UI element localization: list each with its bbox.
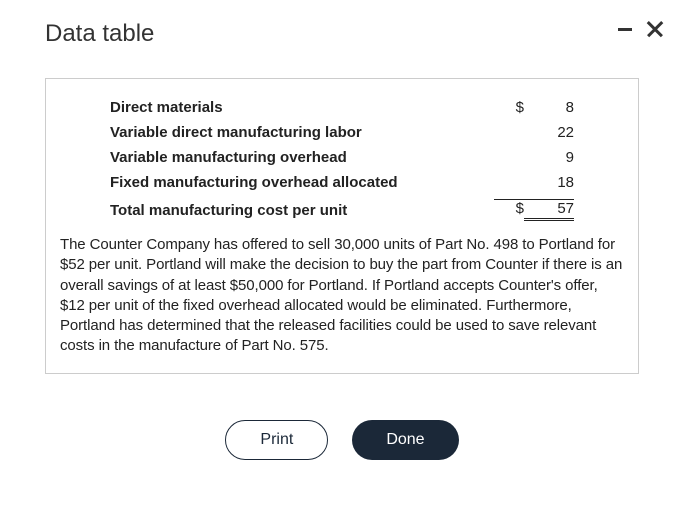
dialog-title: Data table	[45, 20, 154, 48]
table-row: Direct materials $ 8	[110, 95, 574, 120]
row-value: 18	[524, 174, 574, 191]
total-label: Total manufacturing cost per unit	[110, 202, 494, 219]
row-label: Fixed manufacturing overhead allocated	[110, 174, 494, 191]
minimize-icon[interactable]	[618, 28, 632, 31]
total-value: 57	[524, 200, 574, 221]
dialog-header: Data table	[45, 20, 639, 48]
row-value: 9	[524, 149, 574, 166]
print-button[interactable]: Print	[225, 420, 328, 460]
table-row: Variable direct manufacturing labor 22	[110, 120, 574, 145]
description-text: The Counter Company has offered to sell …	[60, 235, 624, 357]
close-icon[interactable]	[646, 20, 664, 38]
table-total-row: Total manufacturing cost per unit $ 57	[110, 195, 574, 225]
row-value: 22	[524, 124, 574, 141]
table-row: Fixed manufacturing overhead allocated 1…	[110, 170, 574, 195]
row-currency: $	[494, 99, 524, 116]
button-row: Print Done	[45, 420, 639, 460]
cost-table: Direct materials $ 8 Variable direct man…	[60, 95, 624, 225]
row-label: Direct materials	[110, 99, 494, 116]
row-value: 8	[524, 99, 574, 116]
window-controls	[618, 20, 664, 38]
row-label: Variable direct manufacturing labor	[110, 124, 494, 141]
content-box: Direct materials $ 8 Variable direct man…	[45, 78, 639, 374]
done-button[interactable]: Done	[352, 420, 458, 460]
table-row: Variable manufacturing overhead 9	[110, 145, 574, 170]
row-label: Variable manufacturing overhead	[110, 149, 494, 166]
total-currency: $	[494, 200, 524, 221]
